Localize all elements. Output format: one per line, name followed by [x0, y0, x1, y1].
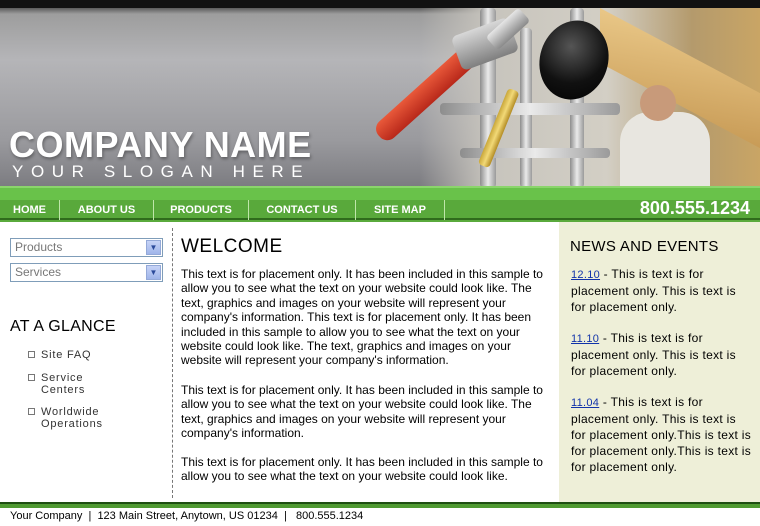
- glance-item-label[interactable]: Worldwide Operations: [41, 406, 103, 430]
- footer-divider: [0, 502, 760, 508]
- header-top-line: [0, 0, 760, 8]
- plumber-head-image: [640, 85, 676, 121]
- header-banner: COMPANY NAME YOUR SLOGAN HERE: [0, 0, 760, 188]
- nav-contact-us[interactable]: CONTACT US: [249, 200, 356, 220]
- square-bullet-icon: [28, 351, 35, 358]
- services-select[interactable]: Services ▼: [10, 263, 163, 282]
- footer-address: Your Company | 123 Main Street, Anytown,…: [10, 510, 364, 522]
- at-a-glance-heading: AT A GLANCE: [10, 318, 116, 335]
- products-select-value: Products: [15, 240, 63, 254]
- news-heading: NEWS AND EVENTS: [570, 238, 719, 255]
- page-title: WELCOME: [181, 236, 283, 257]
- column-divider: [172, 228, 173, 498]
- news-item: 11.04 - This is text is for placement on…: [571, 394, 754, 475]
- nav-products[interactable]: PRODUCTS: [154, 200, 249, 220]
- body-paragraph: This text is for placement only. It has …: [181, 267, 543, 368]
- news-date-link[interactable]: 12.10: [571, 269, 600, 281]
- body-paragraph: This text is for placement only. It has …: [181, 383, 543, 441]
- glance-item-label[interactable]: Site FAQ: [41, 349, 91, 361]
- nav-about-us[interactable]: ABOUT US: [60, 200, 154, 220]
- company-name: COMPANY NAME: [9, 124, 312, 165]
- products-select[interactable]: Products ▼: [10, 238, 163, 257]
- news-item: 12.10 - This is text is for placement on…: [571, 266, 754, 315]
- body-paragraph: This text is for placement only. It has …: [181, 455, 543, 484]
- nav-home[interactable]: HOME: [0, 200, 60, 220]
- chevron-down-icon[interactable]: ▼: [146, 265, 161, 280]
- services-select-value: Services: [15, 265, 62, 279]
- chevron-down-icon[interactable]: ▼: [146, 240, 161, 255]
- news-item: 11.10 - This is text is for placement on…: [571, 330, 754, 379]
- square-bullet-icon: [28, 408, 35, 415]
- company-slogan: YOUR SLOGAN HERE: [12, 162, 311, 181]
- main-navigation: HOME ABOUT US PRODUCTS CONTACT US SITE M…: [0, 186, 760, 222]
- nav-site-map[interactable]: SITE MAP: [356, 200, 445, 220]
- square-bullet-icon: [28, 374, 35, 381]
- glance-item-label[interactable]: Service Centers: [41, 372, 85, 396]
- news-date-link[interactable]: 11.04: [571, 397, 599, 409]
- header-phone-number: 800.555.1234: [639, 198, 750, 218]
- plumber-photo: [620, 112, 710, 188]
- news-date-link[interactable]: 11.10: [571, 333, 599, 345]
